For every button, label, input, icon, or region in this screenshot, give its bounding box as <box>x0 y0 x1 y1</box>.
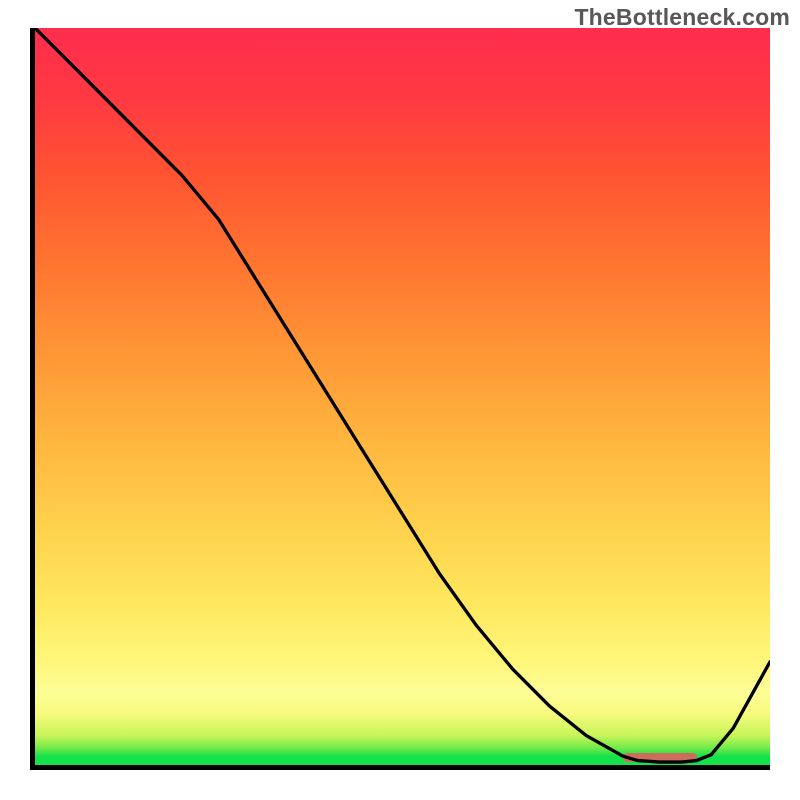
bottleneck-curve <box>35 28 770 765</box>
plot-area <box>30 28 770 770</box>
watermark-text: TheBottleneck.com <box>574 4 790 31</box>
chart-container: TheBottleneck.com <box>0 0 800 800</box>
